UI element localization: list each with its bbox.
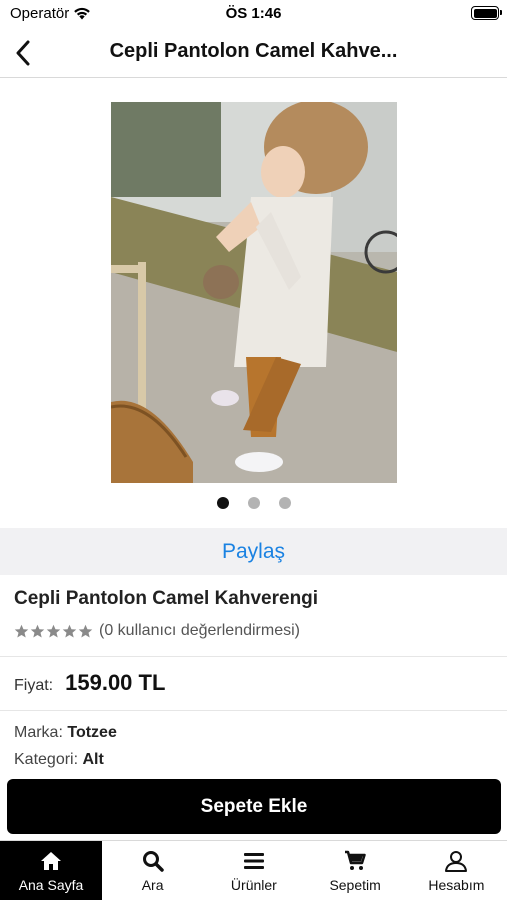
chevron-left-icon xyxy=(16,40,30,66)
search-icon xyxy=(142,851,164,872)
tab-cart[interactable]: Sepetim xyxy=(305,841,406,900)
product-photo xyxy=(111,102,397,483)
tab-label: Sepetim xyxy=(329,877,381,893)
tab-products[interactable]: Ürünler xyxy=(203,841,304,900)
tab-home[interactable]: Ana Sayfa xyxy=(0,841,102,900)
star-icon xyxy=(30,624,45,637)
star-icon xyxy=(14,624,29,637)
product-image[interactable] xyxy=(111,102,397,483)
rating-row: (0 kullanıcı değerlendirmesi) xyxy=(14,622,300,640)
battery-icon xyxy=(471,6,502,20)
brand-value: Totzee xyxy=(67,724,117,741)
page-title: Cepli Pantolon Camel Kahve... xyxy=(109,40,398,62)
tab-label: Ana Sayfa xyxy=(18,877,84,893)
menu-icon xyxy=(243,853,264,869)
category-label: Kategori: xyxy=(14,751,79,768)
status-bar: Operatör ÖS 1:46 xyxy=(0,0,507,28)
price-label: Fiyat: xyxy=(14,677,54,694)
rating-count: (0 kullanıcı değerlendirmesi) xyxy=(99,622,300,639)
brand-row: Marka: Totzee xyxy=(14,724,117,742)
pagination-dot[interactable] xyxy=(247,497,260,509)
brand-label: Marka: xyxy=(14,724,63,741)
tab-label: Hesabım xyxy=(428,877,485,893)
tab-account[interactable]: Hesabım xyxy=(406,841,507,900)
rating-stars xyxy=(14,624,93,639)
price-row: Fiyat: 159.00 TL xyxy=(14,670,165,696)
home-icon xyxy=(41,852,61,870)
tab-label: Ürünler xyxy=(230,877,277,893)
category-value: Alt xyxy=(82,751,104,768)
share-button[interactable]: Paylaş xyxy=(222,540,285,564)
product-name: Cepli Pantolon Camel Kahverengi xyxy=(14,588,319,609)
star-icon xyxy=(46,624,61,637)
divider xyxy=(0,656,507,657)
divider xyxy=(0,710,507,711)
category-row: Kategori: Alt xyxy=(14,751,104,769)
tab-label: Ara xyxy=(141,877,164,893)
price-value: 159.00 TL xyxy=(65,670,166,695)
image-pagination xyxy=(0,497,507,509)
user-icon xyxy=(445,851,468,872)
star-icon xyxy=(62,624,77,637)
back-button[interactable] xyxy=(8,36,38,70)
cart-icon xyxy=(345,850,366,870)
navigation-bar: Cepli Pantolon Camel Kahve... xyxy=(0,28,507,78)
add-to-cart-button[interactable]: Sepete Ekle xyxy=(7,779,501,834)
star-icon xyxy=(78,624,93,637)
pagination-dot[interactable] xyxy=(216,497,229,509)
tab-bar: Ana Sayfa Ara Ürünler Sepetim Hesabım xyxy=(0,840,507,900)
tab-search[interactable]: Ara xyxy=(102,841,203,900)
share-row: Paylaş xyxy=(0,528,507,575)
status-time: ÖS 1:46 xyxy=(225,5,282,22)
pagination-dot[interactable] xyxy=(278,497,291,509)
